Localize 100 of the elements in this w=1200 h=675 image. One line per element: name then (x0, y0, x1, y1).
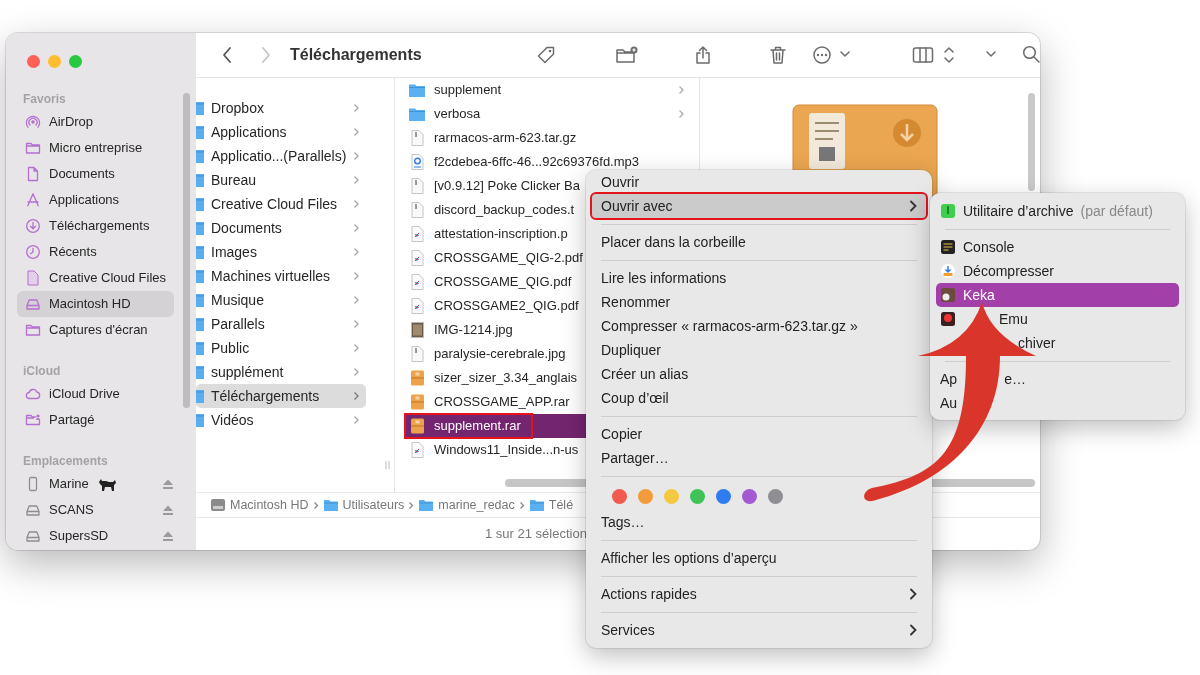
sidebar-item[interactable]: SCANS (17, 497, 174, 523)
status-text: 1 sur 21 sélection (485, 524, 587, 543)
folder-icon (196, 388, 204, 404)
sidebar-item[interactable]: Marine (17, 471, 174, 497)
scrollbar[interactable] (1028, 93, 1035, 191)
sidebar-item[interactable]: Téléchargements (17, 213, 174, 239)
chevron-right-icon (353, 367, 360, 377)
clock-icon (25, 244, 41, 260)
share-icon[interactable] (694, 45, 712, 65)
path-segment[interactable]: Macintosh HD (230, 495, 309, 515)
menu-item[interactable]: Renommer (592, 290, 926, 314)
menu-item[interactable]: Compresser « rarmacos-arm-623.tar.gz » (592, 314, 926, 338)
sidebar-item[interactable]: Documents (17, 161, 174, 187)
submenu-item[interactable]: Keka (936, 283, 1179, 307)
menu-item[interactable]: Coup d’œil (592, 386, 926, 410)
folder-row[interactable]: Creative Cloud Files (196, 192, 366, 216)
document-icon (408, 129, 426, 147)
tag-dot[interactable] (716, 488, 731, 504)
folder-row[interactable]: Applicatio...(Parallels) (196, 144, 366, 168)
file-name: [v0.9.12] Poke Clicker Ba (434, 177, 580, 196)
sidebar-item[interactable]: iCloud Drive (17, 381, 174, 407)
file-name: attestation-inscription.p (434, 225, 568, 244)
back-icon[interactable] (221, 46, 233, 64)
menu-item[interactable]: Créer un alias (592, 362, 926, 386)
folder-row[interactable]: Applications (196, 120, 366, 144)
columns-view-icon[interactable] (912, 45, 934, 65)
more-icon[interactable] (812, 45, 832, 65)
chevron-right-icon (353, 151, 360, 161)
eject-icon[interactable] (162, 478, 174, 490)
sidebar-item[interactable]: Applications (17, 187, 174, 213)
tag-dot[interactable] (664, 488, 679, 504)
file-name: CROSSGAME_QIG-2.pdf (434, 249, 583, 268)
tag-dot[interactable] (612, 488, 627, 504)
tag-dot[interactable] (768, 488, 783, 504)
window-control[interactable] (69, 54, 82, 68)
app-icon (940, 311, 956, 327)
sidebar-item[interactable]: Captures d'écran (17, 317, 174, 343)
menu-item[interactable]: Services (592, 618, 926, 642)
new-folder-icon[interactable] (615, 45, 639, 65)
chevron-right-icon (353, 271, 360, 281)
file-row[interactable]: supplement (405, 78, 699, 102)
folder-row[interactable]: supplément (196, 360, 366, 384)
scrollbar[interactable] (183, 93, 190, 408)
submenu-item[interactable]: Décompresser (936, 259, 1179, 283)
window-control[interactable] (27, 54, 40, 68)
file-row[interactable]: rarmacos-arm-623.tar.gz (405, 126, 699, 150)
file-name: supplement (434, 81, 502, 100)
submenu-item[interactable]: Au (936, 391, 1179, 415)
search-icon[interactable] (1022, 45, 1040, 65)
menu-item[interactable]: Ouvrir avec (592, 194, 926, 218)
menu-item[interactable]: Tags… (592, 510, 926, 534)
sidebar-item[interactable]: Partagé (17, 407, 174, 433)
chevron-right-icon (353, 295, 360, 305)
submenu-item[interactable]: Emu (936, 307, 1179, 331)
menu-item[interactable]: Afficher les options d’aperçu (592, 546, 926, 570)
sidebar-item[interactable]: Macintosh HD (17, 291, 174, 317)
chevron-right-icon (312, 500, 319, 510)
trash-icon[interactable] (769, 45, 787, 65)
app-icon (940, 287, 956, 303)
tag-icon[interactable] (536, 45, 556, 65)
sidebar-item[interactable]: Récents (17, 239, 174, 265)
submenu-item[interactable]: Console (936, 235, 1179, 259)
folder-row[interactable]: Images (196, 240, 366, 264)
sidebar-item[interactable]: AirDrop (17, 109, 174, 135)
folder-row[interactable]: Parallels (196, 312, 366, 336)
file-name: verbosa (434, 105, 481, 124)
sidebar-item[interactable]: Creative Cloud Files (17, 265, 174, 291)
submenu-item[interactable]: Utilitaire d’archive (par défaut) (936, 199, 1179, 223)
menu-item[interactable]: Actions rapides (592, 582, 926, 606)
up-down-icon[interactable] (944, 45, 954, 65)
path-segment[interactable]: marine_redac (438, 495, 515, 515)
folder-icon (196, 220, 204, 236)
folder-row[interactable]: Musique (196, 288, 366, 312)
eject-icon[interactable] (162, 504, 174, 516)
tag-dot[interactable] (690, 488, 705, 504)
file-name: CROSSGAME2_QIG.pdf (434, 297, 579, 316)
folder-row[interactable]: Public (196, 336, 366, 360)
folder-name: Parallels (211, 314, 266, 334)
sidebar-label: Partagé (49, 411, 95, 430)
folder-row[interactable]: Téléchargements (196, 384, 366, 408)
menu-item[interactable]: Partager… (592, 446, 926, 470)
eject-icon[interactable] (162, 530, 174, 542)
submenu-item[interactable]: chiver (936, 331, 1179, 355)
folder-row[interactable]: Bureau (196, 168, 366, 192)
submenu-item[interactable]: Ap e… (936, 367, 1179, 391)
document-icon (408, 345, 426, 363)
file-row[interactable]: verbosa (405, 102, 699, 126)
tag-dot[interactable] (638, 488, 653, 504)
folder-row[interactable]: Dropbox (196, 96, 366, 120)
path-segment[interactable]: Télé (548, 495, 574, 515)
folder-row[interactable]: Machines virtuelles (196, 264, 366, 288)
tag-dot[interactable] (742, 488, 757, 504)
sidebar-item[interactable]: SupersSD (17, 523, 174, 549)
path-segment[interactable]: Utilisateurs (342, 495, 405, 515)
drive-icon (25, 528, 41, 544)
folder-row[interactable]: Vidéos (196, 408, 366, 432)
folder-row[interactable]: Documents (196, 216, 366, 240)
sidebar-item[interactable]: Micro entreprise (17, 135, 174, 161)
menu-item[interactable]: Dupliquer (592, 338, 926, 362)
resize-handle-icon[interactable] (385, 460, 390, 470)
